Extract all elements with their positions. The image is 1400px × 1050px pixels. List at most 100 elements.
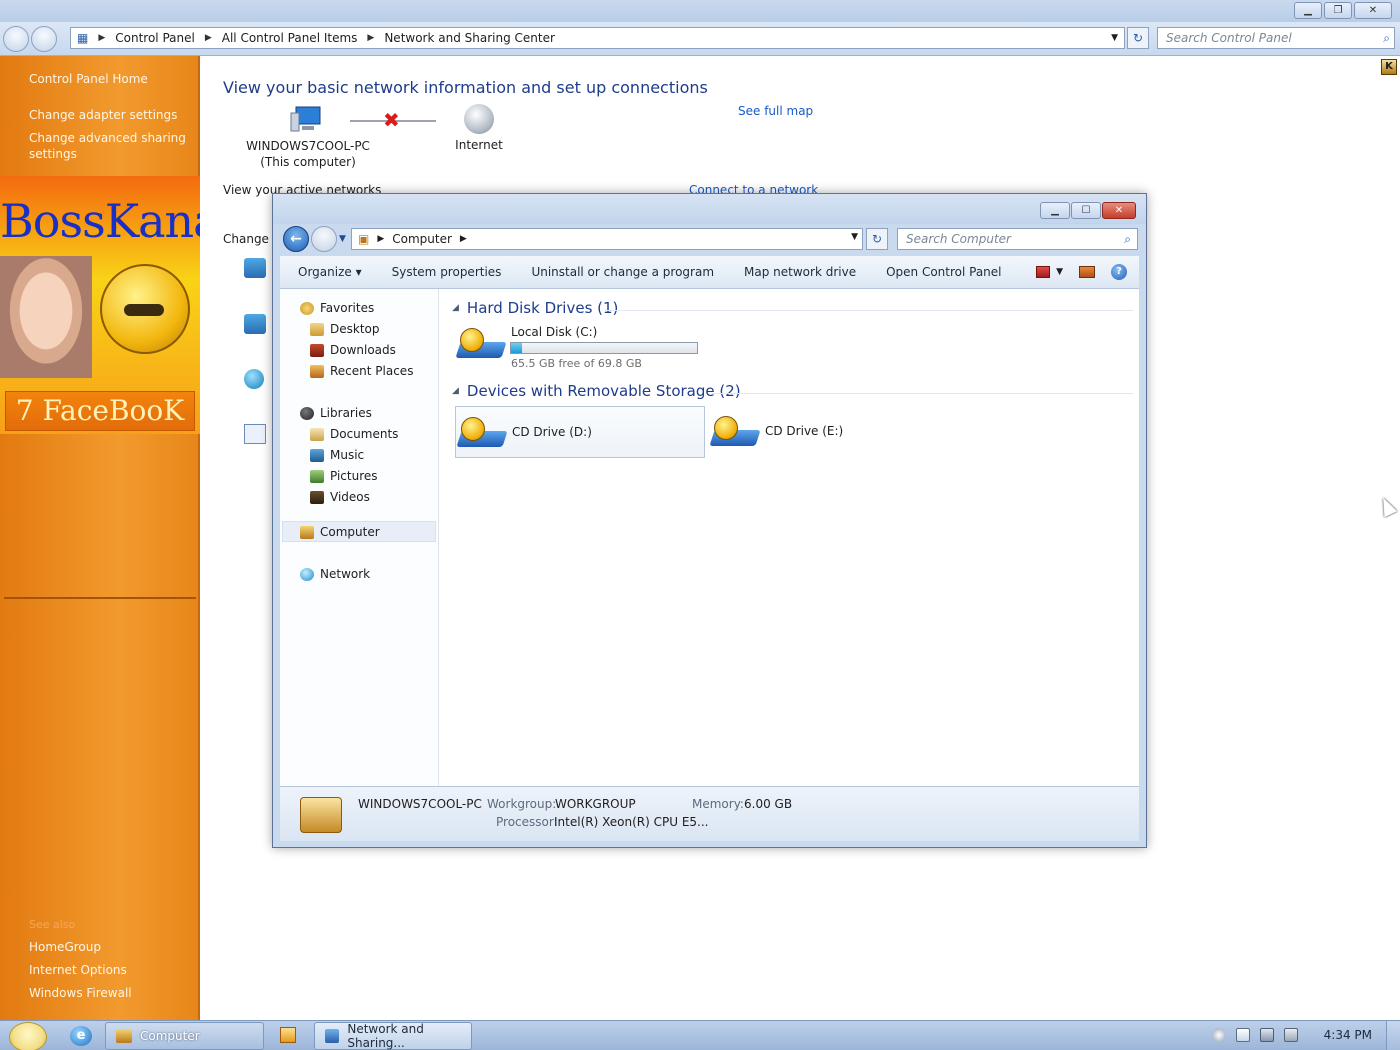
minimize-button[interactable]: ▁ bbox=[1040, 202, 1070, 219]
breadcrumb-computer[interactable]: Computer bbox=[392, 232, 452, 246]
internet-options-link[interactable]: Internet Options bbox=[29, 962, 127, 978]
local-disk-c-name[interactable]: Local Disk (C:) bbox=[511, 325, 597, 339]
tray-app-icon[interactable] bbox=[1211, 1028, 1226, 1042]
disconnected-x-icon[interactable]: ✖ bbox=[383, 108, 400, 132]
refresh-button[interactable]: ↻ bbox=[1127, 27, 1149, 49]
processor-label: Processor: bbox=[496, 815, 558, 829]
breadcrumb-all-items[interactable]: All Control Panel Items bbox=[222, 31, 358, 45]
nav-documents-label: Documents bbox=[330, 427, 399, 441]
open-control-panel-button[interactable]: Open Control Panel bbox=[871, 265, 1016, 279]
nav-pictures[interactable]: Pictures bbox=[310, 469, 378, 483]
search-icon: ⌕ bbox=[1383, 31, 1390, 45]
nav-network[interactable]: Network bbox=[300, 567, 370, 581]
internet-explorer-icon[interactable]: e bbox=[70, 1026, 92, 1046]
connect-network-icon[interactable] bbox=[244, 314, 266, 334]
address-dropdown-icon[interactable]: ▼ bbox=[851, 232, 858, 242]
local-disk-c-icon[interactable] bbox=[455, 324, 507, 364]
taskbar-network-button[interactable]: Network and Sharing... bbox=[314, 1022, 472, 1050]
restore-button[interactable]: ❐ bbox=[1324, 2, 1352, 19]
breadcrumb-network-sharing[interactable]: Network and Sharing Center bbox=[384, 31, 555, 45]
see-full-map-link[interactable]: See full map bbox=[738, 104, 813, 118]
clock[interactable]: 4:34 PM bbox=[1324, 1028, 1372, 1042]
nav-computer[interactable]: Computer bbox=[300, 525, 380, 539]
cd-drive-e-name[interactable]: CD Drive (E:) bbox=[765, 424, 843, 438]
chevron-down-icon: ▾ bbox=[355, 265, 362, 279]
search-icon: ⌕ bbox=[1124, 232, 1131, 246]
advanced-sharing-link[interactable]: Change advanced sharing settings bbox=[29, 130, 186, 162]
address-dropdown-icon[interactable]: ▼ bbox=[1111, 33, 1118, 43]
forward-button[interactable] bbox=[31, 26, 57, 52]
nav-favorites[interactable]: Favorites bbox=[300, 301, 374, 315]
refresh-button[interactable]: ↻ bbox=[866, 228, 888, 250]
system-properties-button[interactable]: System properties bbox=[377, 265, 517, 279]
change-view-icon[interactable] bbox=[1036, 266, 1051, 278]
cd-drive-e-icon[interactable] bbox=[709, 412, 761, 452]
flag-icon[interactable] bbox=[1235, 1028, 1250, 1042]
group-divider bbox=[712, 393, 1133, 394]
computer-icon: ▣ bbox=[358, 232, 370, 246]
taskbar-computer-button[interactable]: Computer bbox=[105, 1022, 264, 1050]
address-input[interactable]: ▦ ▶ Control Panel ▶ All Control Panel It… bbox=[70, 27, 1125, 49]
close-button[interactable]: ✕ bbox=[1102, 202, 1136, 219]
background-window-titlebar: ▁ ❐ ✕ bbox=[0, 0, 1400, 22]
back-button[interactable] bbox=[3, 26, 29, 52]
computer-icon bbox=[290, 106, 321, 132]
this-computer-sub: (This computer) bbox=[260, 155, 356, 169]
volume-muted-icon[interactable] bbox=[1283, 1028, 1298, 1042]
control-panel-home-link[interactable]: Control Panel Home bbox=[29, 71, 148, 87]
help-icon[interactable]: ? bbox=[1111, 264, 1127, 280]
computer-name: WINDOWS7COOL-PC bbox=[246, 139, 370, 153]
navigation-pane: Favorites Desktop Downloads Recent Place… bbox=[280, 289, 439, 786]
show-desktop-button[interactable] bbox=[1386, 1021, 1400, 1050]
divider bbox=[4, 597, 196, 599]
app-corner-icon[interactable]: K bbox=[1381, 59, 1397, 75]
address-input[interactable]: ▣ ▶ Computer ▶ ▼ bbox=[351, 228, 863, 250]
nav-videos[interactable]: Videos bbox=[310, 490, 370, 504]
nav-videos-label: Videos bbox=[330, 490, 370, 504]
breadcrumb-control-panel[interactable]: Control Panel bbox=[115, 31, 195, 45]
this-computer-label[interactable]: WINDOWS7COOL-PC (This computer) bbox=[230, 138, 386, 170]
map-network-drive-button[interactable]: Map network drive bbox=[729, 265, 871, 279]
media-player-icon[interactable] bbox=[280, 1027, 296, 1043]
new-connection-icon[interactable] bbox=[244, 258, 266, 278]
organize-label: Organize bbox=[298, 265, 352, 279]
uninstall-program-button[interactable]: Uninstall or change a program bbox=[516, 265, 729, 279]
search-computer-input[interactable]: Search Computer ⌕ bbox=[897, 228, 1138, 250]
preview-pane-icon[interactable] bbox=[1079, 266, 1095, 278]
maximize-button[interactable]: ☐ bbox=[1071, 202, 1101, 219]
back-button[interactable]: ← bbox=[283, 226, 309, 252]
search-control-panel-input[interactable]: Search Control Panel ⌕ bbox=[1157, 27, 1395, 49]
recent-pages-icon[interactable]: ▼ bbox=[339, 234, 346, 244]
local-disk-c-free-space: 65.5 GB free of 69.8 GB bbox=[511, 357, 642, 370]
chevron-right-icon[interactable]: ▶ bbox=[460, 234, 467, 244]
minimize-button[interactable]: ▁ bbox=[1294, 2, 1322, 19]
change-adapter-link[interactable]: Change adapter settings bbox=[29, 107, 177, 123]
troubleshoot-icon[interactable] bbox=[244, 424, 266, 444]
close-button[interactable]: ✕ bbox=[1354, 2, 1392, 19]
network-status-icon[interactable] bbox=[1259, 1028, 1274, 1042]
nav-downloads[interactable]: Downloads bbox=[310, 343, 396, 357]
nav-music[interactable]: Music bbox=[310, 448, 364, 462]
windows-firewall-link[interactable]: Windows Firewall bbox=[29, 985, 132, 1001]
group-hard-disk-drives[interactable]: ◢ Hard Disk Drives (1) bbox=[452, 299, 618, 317]
taskbar: e Computer Network and Sharing... 4:34 P… bbox=[0, 1020, 1400, 1050]
computer-window-titlebar[interactable]: ▁ ☐ ✕ bbox=[273, 194, 1146, 224]
view-options-chevron-icon[interactable]: ▼ bbox=[1056, 267, 1063, 277]
group-removable-storage[interactable]: ◢ Devices with Removable Storage (2) bbox=[452, 382, 741, 400]
nav-recent-places[interactable]: Recent Places bbox=[310, 364, 413, 378]
star-icon bbox=[300, 301, 314, 315]
nav-documents[interactable]: Documents bbox=[310, 427, 398, 441]
computer-icon bbox=[300, 525, 314, 539]
cd-drive-d-tile[interactable]: CD Drive (D:) bbox=[455, 406, 705, 458]
forward-button[interactable] bbox=[311, 226, 337, 252]
nav-libraries[interactable]: Libraries bbox=[300, 406, 372, 420]
internet-label[interactable]: Internet bbox=[449, 138, 509, 152]
start-button[interactable] bbox=[9, 1022, 47, 1050]
collapse-triangle-icon: ◢ bbox=[452, 303, 459, 313]
homegroup-icon[interactable] bbox=[244, 369, 264, 389]
nav-desktop[interactable]: Desktop bbox=[310, 322, 380, 336]
organize-button[interactable]: Organize ▾ bbox=[280, 265, 377, 279]
details-computer-name: WINDOWS7COOL-PC bbox=[358, 797, 482, 811]
internet-globe-icon[interactable] bbox=[464, 104, 494, 134]
homegroup-link[interactable]: HomeGroup bbox=[29, 939, 101, 955]
